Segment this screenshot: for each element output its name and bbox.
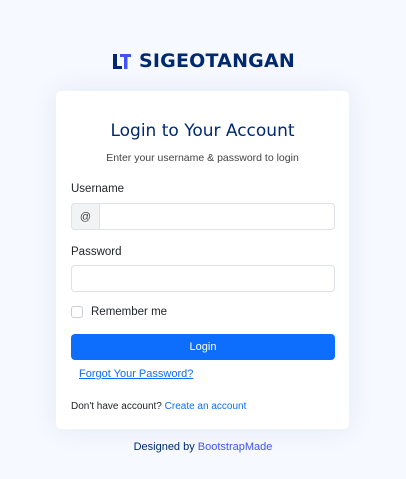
signup-prompt: Don't have account? <box>71 401 162 412</box>
password-label: Password <box>71 246 122 258</box>
username-input-group: @ <box>71 203 335 230</box>
remember-me-row[interactable]: Remember me <box>71 306 167 318</box>
card-title: Login to Your Account <box>110 121 295 141</box>
card-subtitle: Enter your username & password to login <box>106 152 299 164</box>
brand-name: SIGEOTANGAN <box>139 50 295 72</box>
forgot-password-link[interactable]: Forgot Your Password? <box>79 368 193 380</box>
at-sign-prefix: @ <box>71 203 99 230</box>
sigeotangan-logo-icon <box>113 54 131 69</box>
create-account-link[interactable]: Create an account <box>165 401 247 412</box>
bootstrapmade-link[interactable]: BootstrapMade <box>198 441 273 453</box>
login-button[interactable]: Login <box>71 334 335 360</box>
username-label: Username <box>71 183 125 195</box>
login-card: Login to Your Account Enter your usernam… <box>56 91 349 429</box>
signup-row: Don't have account? Create an account <box>71 401 246 412</box>
credits: Designed by BootstrapMade <box>0 441 406 453</box>
username-input[interactable] <box>99 203 335 230</box>
brand-logo[interactable]: SIGEOTANGAN <box>0 50 406 72</box>
remember-me-label[interactable]: Remember me <box>91 306 167 318</box>
remember-me-checkbox[interactable] <box>71 306 83 318</box>
credits-prefix: Designed by <box>133 441 195 453</box>
password-input[interactable] <box>71 265 335 292</box>
